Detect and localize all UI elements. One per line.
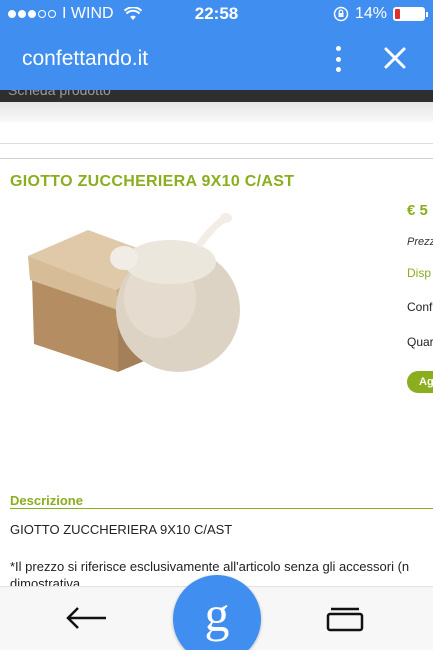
- availability-label: Disp: [407, 266, 432, 280]
- description-divider: [10, 508, 433, 509]
- add-to-cart-button[interactable]: Ag: [407, 371, 433, 393]
- close-icon[interactable]: [381, 44, 409, 72]
- status-right: 14%: [333, 5, 428, 23]
- google-search-icon: g: [204, 586, 230, 642]
- rotation-lock-icon: [333, 6, 349, 22]
- battery-icon: [393, 7, 428, 21]
- quantity-label: Quar: [407, 335, 433, 349]
- tabs-icon[interactable]: [325, 605, 365, 633]
- product-image[interactable]: [20, 210, 250, 380]
- divider: [0, 158, 433, 159]
- description-text: GIOTTO ZUCCHERIERA 9X10 C/AST: [10, 522, 233, 537]
- description-heading: Descrizione: [10, 493, 83, 508]
- packaging-label: Conf: [407, 300, 433, 314]
- status-bar: I WIND 22:58 14%: [0, 0, 433, 28]
- product-title: GIOTTO ZUCCHERIERA 9X10 C/AST: [10, 173, 295, 190]
- battery-percent: 14%: [354, 5, 387, 22]
- price-note: Prezz: [407, 236, 433, 248]
- breadcrumb-strip: Scheda prodotto: [0, 90, 433, 102]
- breadcrumb: Scheda prodotto: [8, 90, 111, 98]
- overflow-menu-icon[interactable]: [330, 46, 346, 72]
- site-title[interactable]: confettando.it: [22, 47, 148, 71]
- gray-band: [0, 102, 433, 122]
- back-arrow-icon[interactable]: [64, 603, 110, 633]
- app-bar: confettando.it: [0, 28, 433, 90]
- price-disclaimer: *Il prezzo si riferisce esclusivamente a…: [10, 559, 410, 574]
- divider: [0, 143, 433, 144]
- google-search-button[interactable]: g: [173, 575, 261, 650]
- product-price: € 5: [407, 202, 428, 219]
